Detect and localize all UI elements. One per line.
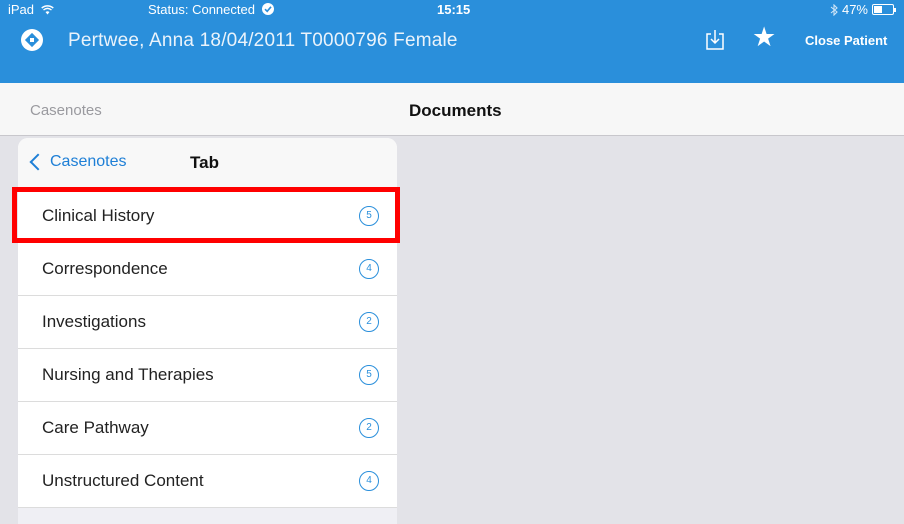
bluetooth-icon xyxy=(830,3,838,16)
close-patient-button[interactable]: Close Patient xyxy=(805,33,887,48)
download-icon[interactable] xyxy=(705,29,725,51)
tab-row-label: Unstructured Content xyxy=(42,471,204,490)
battery-indicator: 47% xyxy=(830,2,896,17)
list-footer-space xyxy=(18,508,397,524)
battery-percent: 47% xyxy=(841,2,868,17)
page-title: Documents xyxy=(409,101,502,120)
tab-row-investigations[interactable]: Investigations 2 xyxy=(18,296,397,349)
count-badge: 2 xyxy=(359,418,379,438)
connection-status-text: Status: Connected xyxy=(148,2,255,17)
chevron-left-icon xyxy=(29,153,47,171)
check-circle-icon xyxy=(261,3,274,15)
connection-status: Status: Connected xyxy=(148,2,274,17)
popover-back-button[interactable]: Casenotes xyxy=(28,153,127,171)
tab-row-label: Investigations xyxy=(42,312,146,331)
clock: 15:15 xyxy=(437,2,471,17)
carrier-label: iPad xyxy=(8,2,54,17)
wifi-icon xyxy=(40,5,54,15)
count-badge: 4 xyxy=(359,259,379,279)
navigation-bar: Casenotes Documents xyxy=(0,83,904,136)
tab-row-correspondence[interactable]: Correspondence 4 xyxy=(18,243,397,296)
star-icon[interactable]: ★ xyxy=(752,24,776,51)
popover-title: Tab xyxy=(190,153,219,172)
count-badge: 2 xyxy=(359,312,379,332)
tab-row-label: Care Pathway xyxy=(42,418,149,437)
nav-back-casenotes[interactable]: Casenotes xyxy=(30,102,102,119)
status-bar: iPad Status: Connected 15:15 47% xyxy=(0,0,904,20)
count-badge: 4 xyxy=(359,471,379,491)
tab-row-care-pathway[interactable]: Care Pathway 2 xyxy=(18,402,397,455)
patient-banner: Pertwee, Anna 18/04/2011 T0000796 Female… xyxy=(0,20,904,83)
carrier-text: iPad xyxy=(8,2,35,17)
app-logo-icon[interactable] xyxy=(21,29,43,51)
battery-icon xyxy=(872,4,896,15)
popover-back-label: Casenotes xyxy=(50,153,127,170)
popover-header: Casenotes Tab xyxy=(18,138,397,190)
tab-row-label: Nursing and Therapies xyxy=(42,365,214,384)
tab-row-nursing-and-therapies[interactable]: Nursing and Therapies 5 xyxy=(18,349,397,402)
tab-row-label: Correspondence xyxy=(42,259,168,278)
highlight-box xyxy=(12,187,400,243)
battery-fill xyxy=(874,6,883,13)
patient-info: Pertwee, Anna 18/04/2011 T0000796 Female xyxy=(68,30,458,51)
count-badge: 5 xyxy=(359,365,379,385)
tab-row-unstructured-content[interactable]: Unstructured Content 4 xyxy=(18,455,397,508)
